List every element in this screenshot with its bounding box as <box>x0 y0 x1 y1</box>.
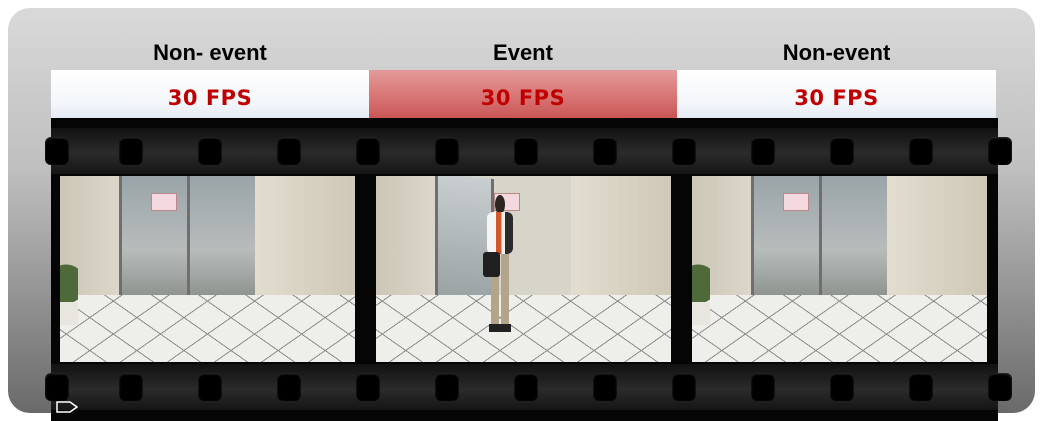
person-figure <box>479 194 520 333</box>
video-frame-non-event-1 <box>60 176 355 362</box>
film-strip <box>45 118 1012 421</box>
sprocket-strip-bottom <box>45 364 1012 410</box>
column-header-3: Non-event <box>782 40 891 65</box>
play-outline-icon <box>56 401 78 413</box>
video-frame-event <box>376 176 671 362</box>
video-frame-non-event-2 <box>692 176 987 362</box>
sprocket-strip-top <box>45 128 1012 174</box>
column-header-1: Non- event <box>153 40 267 65</box>
column-header-2: Event <box>493 40 553 65</box>
